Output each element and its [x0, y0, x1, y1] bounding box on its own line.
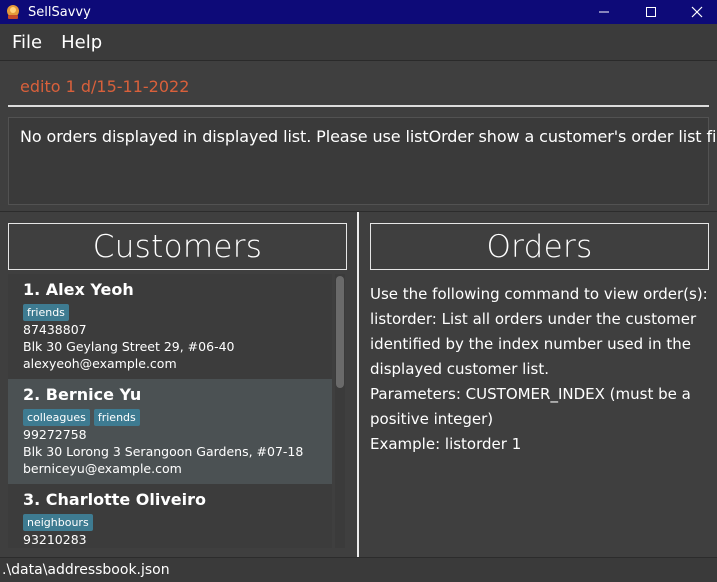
customer-card[interactable]: 1. Alex Yeoh friends 87438807 Blk 30 Gey…: [8, 274, 332, 379]
command-box: [8, 63, 709, 108]
status-bar: .\data\addressbook.json: [0, 557, 717, 582]
command-input[interactable]: [8, 63, 702, 108]
scroll-thumb[interactable]: [336, 276, 344, 388]
maximize-button[interactable]: [628, 0, 674, 24]
tag-badge: friends: [23, 304, 69, 321]
customers-panel: Customers 1. Alex Yeoh friends 87438807 …: [0, 212, 357, 557]
customer-email: alexyeoh@example.com: [23, 356, 177, 371]
minimize-button[interactable]: [581, 0, 627, 24]
result-message: No orders displayed in displayed list. P…: [20, 127, 717, 146]
title-bar: SellSavvy: [0, 0, 717, 24]
help-line: identified by the index number used in t…: [370, 335, 692, 353]
help-line: positive integer): [370, 410, 494, 428]
customer-address: Blk 30 Lorong 3 Serangoon Gardens, #07-1…: [23, 444, 304, 459]
customer-list-scrollbar[interactable]: [335, 274, 345, 548]
close-icon: [691, 6, 703, 18]
menu-bar: File Help: [0, 24, 717, 61]
orders-panel: Orders Use the following command to view…: [359, 212, 717, 557]
customer-name: 2. Bernice Yu: [23, 385, 142, 404]
orders-help-text: Use the following command to view order(…: [370, 282, 708, 457]
customer-phone: 99272758: [23, 427, 87, 442]
customer-email: berniceyu@example.com: [23, 461, 182, 476]
customer-tags: colleagues friends: [23, 409, 140, 426]
menu-file[interactable]: File: [12, 32, 42, 53]
customer-address: Blk 30 Geylang Street 29, #06-40: [23, 339, 235, 354]
minimize-icon: [599, 11, 609, 13]
customers-title: Customers: [8, 223, 347, 270]
customer-name: 1. Alex Yeoh: [23, 280, 134, 299]
customer-phone: 93210283: [23, 532, 87, 547]
save-location: .\data\addressbook.json: [2, 562, 170, 578]
help-line: Use the following command to view order(…: [370, 285, 708, 303]
customer-name: 3. Charlotte Oliveiro: [23, 490, 207, 509]
tag-badge: friends: [93, 409, 140, 426]
help-line: displayed customer list.: [370, 360, 549, 378]
tag-badge: neighbours: [23, 514, 93, 531]
customer-list[interactable]: 1. Alex Yeoh friends 87438807 Blk 30 Gey…: [8, 274, 332, 548]
help-line: listorder: List all orders under the cus…: [370, 310, 697, 328]
window-title: SellSavvy: [28, 4, 91, 20]
tag-badge: colleagues: [23, 409, 90, 426]
help-line: Parameters: CUSTOMER_INDEX (must be a: [370, 385, 691, 403]
customer-card[interactable]: 2. Bernice Yu colleagues friends 9927275…: [8, 379, 332, 484]
customer-card[interactable]: 3. Charlotte Oliveiro neighbours 9321028…: [8, 484, 332, 548]
menu-help[interactable]: Help: [61, 32, 102, 53]
orders-title: Orders: [370, 223, 709, 270]
customer-tags: friends: [23, 304, 69, 321]
customer-phone: 87438807: [23, 322, 87, 337]
maximize-icon: [646, 7, 656, 17]
customer-tags: neighbours: [23, 514, 93, 531]
app-icon: [7, 5, 19, 19]
close-button[interactable]: [674, 0, 717, 24]
result-display: No orders displayed in displayed list. P…: [8, 117, 717, 205]
help-line: Example: listorder 1: [370, 435, 522, 453]
